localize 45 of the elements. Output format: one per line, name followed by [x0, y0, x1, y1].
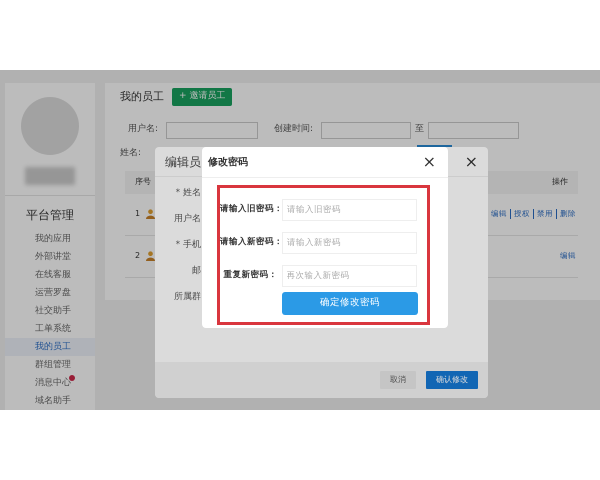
sidebar-item[interactable]: 域名助手 [5, 392, 95, 410]
field-label: 所属群 [173, 291, 201, 304]
confirm-button[interactable]: 确认修改 [426, 371, 478, 389]
column-header: 操作 [552, 176, 568, 188]
sidebar-item[interactable]: 在线客服 [5, 266, 95, 284]
column-header: 序号 [135, 176, 151, 188]
password-field[interactable]: 请输入旧密码 [282, 198, 417, 220]
row-index: 1 [135, 208, 140, 220]
field-label: 至 [415, 123, 424, 136]
input-field[interactable] [428, 122, 520, 138]
close-button[interactable]: × [464, 154, 478, 170]
field-label: * 姓名 [174, 187, 201, 200]
field-label: * 手机 [174, 239, 201, 252]
sidebar-item[interactable]: 群组管理 [5, 356, 95, 374]
sidebar-item[interactable]: 外部讲堂 [5, 248, 95, 266]
sidebar-item[interactable]: 运营罗盘 [5, 284, 95, 302]
submit-button[interactable]: 确定修改密码 [282, 292, 418, 315]
sidebar-item[interactable]: 消息中心 [5, 374, 95, 392]
field-label: 创建时间: [274, 123, 314, 136]
password-field[interactable]: 再次输入新密码 [282, 264, 417, 286]
cancel-button[interactable]: 取消 [380, 371, 416, 389]
field-label: 姓名: [120, 146, 142, 160]
sidebar-item[interactable]: 社交助手 [5, 302, 95, 320]
field-label: 邮 [191, 265, 201, 278]
invite-button[interactable]: + 邀请员工 [172, 88, 232, 106]
field-label: 用户名: [128, 123, 158, 136]
field-label: 请输入旧密码： [220, 203, 278, 216]
close-button[interactable]: × [422, 154, 436, 170]
person-icon [146, 209, 156, 219]
input-field[interactable] [166, 122, 258, 138]
sidebar-item[interactable]: 我的应用 [5, 230, 95, 248]
blurred-name [25, 167, 75, 185]
row-index: 2 [135, 250, 140, 262]
field-label: 重复新密码： [222, 269, 278, 282]
sidebar-title: 平台管理 [26, 207, 74, 224]
dialog-title: 修改密码 [208, 156, 248, 170]
sidebar-item[interactable]: 我的员工 [5, 338, 95, 356]
input-field[interactable] [321, 122, 412, 138]
page-title: 我的员工 [120, 88, 164, 104]
password-field[interactable]: 请输入新密码 [282, 232, 417, 254]
dialog-title: 编辑员 [165, 154, 201, 170]
field-label: 请输入新密码： [220, 236, 278, 249]
person-icon [146, 251, 156, 261]
sidebar-item[interactable]: 工单系统 [5, 320, 95, 338]
field-label: 用户名 [173, 213, 201, 226]
